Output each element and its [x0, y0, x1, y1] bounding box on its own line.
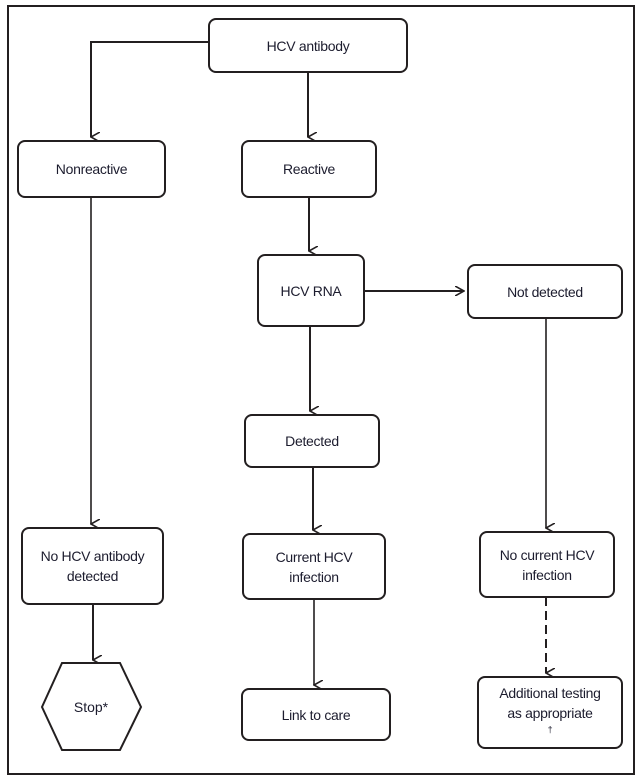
node-hcv-rna: HCV RNA — [257, 254, 365, 327]
node-label-line2: as appropriate † — [507, 703, 593, 743]
node-label-line1: No HCV antibody — [40, 548, 145, 564]
stop-text: Stop — [73, 698, 103, 715]
node-label-line2: infection — [289, 568, 339, 585]
node-label: HCV antibody — [266, 37, 350, 54]
node-detected: Detected — [244, 414, 380, 468]
node-label: Link to care — [281, 706, 351, 723]
node-label: HCV RNA — [280, 282, 342, 299]
connector-layer — [40, 41, 640, 751]
node-link-to-care: Link to care — [241, 688, 391, 741]
footnote-mark: * — [102, 698, 109, 715]
node-label-line2: infection — [522, 566, 572, 583]
node-not-detected: Not detected — [467, 264, 623, 319]
node-label: Nonreactive — [55, 161, 128, 177]
node-reactive: Reactive — [241, 140, 377, 198]
node-no-hcv-antibody-detected: No HCV antibody detected — [21, 527, 164, 605]
node-hcv-antibody: HCV antibody — [208, 18, 408, 73]
node-label-line1: Current HCV — [275, 548, 353, 565]
footnote-mark: † — [547, 723, 553, 734]
node-current-hcv-infection: Current HCV infection — [242, 533, 386, 600]
node-label: Not detected — [507, 283, 583, 300]
node-no-current-hcv-infection: No current HCV infection — [479, 531, 615, 598]
node-label: Stop* — [74, 699, 108, 715]
node-additional-testing: Additional testing as appropriate † — [477, 676, 623, 749]
node-label-line1: No current HCV — [499, 546, 595, 563]
node-stop: Stop* — [41, 663, 141, 750]
node-label-line1: Additional testing — [499, 684, 601, 701]
node-label-line2: detected — [66, 568, 119, 584]
node-label: Detected — [285, 433, 339, 449]
node-nonreactive: Nonreactive — [17, 140, 166, 198]
label-text: as appropriate — [507, 704, 593, 721]
edge-antibody-to-nonreactive — [90, 41, 208, 137]
node-label: Reactive — [282, 161, 336, 177]
